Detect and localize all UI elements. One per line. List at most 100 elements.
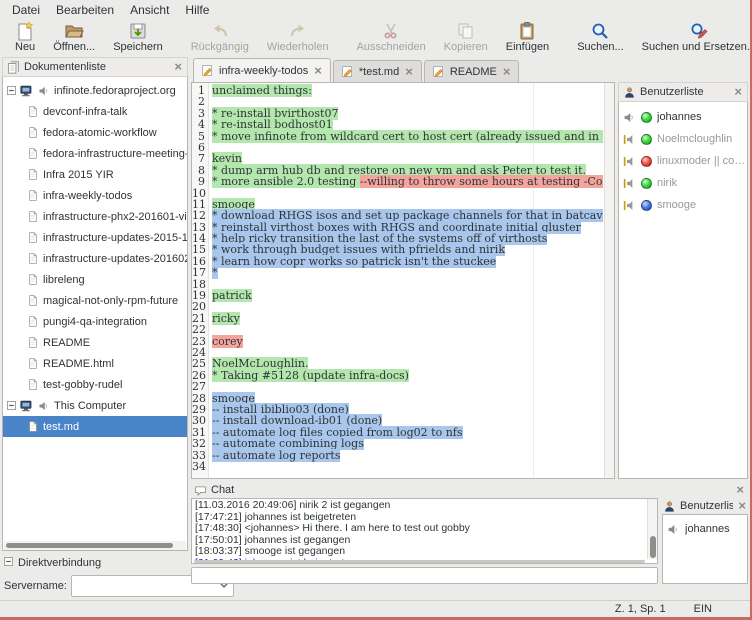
document-icon	[27, 378, 39, 391]
editor-line[interactable]: * re-install bodhost01	[212, 119, 603, 130]
toolbar-button-undo: Rückgängig	[182, 20, 258, 54]
direct-connection-label: Direktverbindung	[18, 557, 101, 569]
document-tree[interactable]: infinote.fedoraproject.orgdevconf-infra-…	[2, 77, 188, 551]
document-icon	[27, 147, 39, 160]
line-number: 9	[192, 176, 208, 187]
chat-horizontal-scrollbar[interactable]	[194, 560, 645, 563]
tree-horizontal-scrollbar[interactable]	[4, 541, 186, 550]
editor-text-area[interactable]: unclaimed things:* re-install bvirthost0…	[210, 83, 603, 478]
user-list: johannesNoelmcloughlinlinuxmoder || core…	[618, 102, 748, 479]
tree-document-row[interactable]: fedora-infrastructure-meeting-next	[3, 143, 187, 164]
editor-vertical-scrollbar[interactable]	[604, 83, 614, 478]
text-editor[interactable]: 1234567891011121314151617181920212223242…	[191, 82, 615, 479]
editor-line[interactable]: -- automate combining logs	[212, 438, 603, 449]
tree-group-row[interactable]: This Computer	[3, 395, 187, 416]
line-number: 12	[192, 210, 208, 221]
document-list-close-icon[interactable]: ×	[173, 62, 183, 72]
menu-item-bearbeiten[interactable]: Bearbeiten	[48, 1, 122, 19]
tab-label: *test.md	[359, 66, 399, 78]
tree-document-row[interactable]: infrastructure-updates-2015-11	[3, 227, 187, 248]
tree-document-row[interactable]: test-gobby-rudel	[3, 374, 187, 395]
editor-line[interactable]: *	[212, 267, 603, 278]
toolbar-button-search[interactable]: Suchen...	[568, 20, 632, 54]
editor-line[interactable]: * more ansible 2.0 testing --willing to …	[212, 176, 603, 187]
user-list-close-icon[interactable]: ×	[733, 87, 743, 97]
toolbar-button-open-folder[interactable]: Öffnen...	[44, 20, 104, 54]
editor-line[interactable]	[212, 142, 603, 153]
tree-document-row[interactable]: test.md	[3, 416, 187, 437]
user-row[interactable]: Noelmcloughlin	[619, 128, 747, 150]
tree-document-row[interactable]: pungi4-qa-integration	[3, 311, 187, 332]
tree-document-row[interactable]: infrastructure-updates-20160217	[3, 248, 187, 269]
chat-user-list-close-icon[interactable]: ×	[737, 501, 747, 511]
editor-line[interactable]: ricky	[212, 313, 603, 324]
document-list-title: Dokumentenliste	[24, 61, 169, 73]
toolbar-button-label: Öffnen...	[53, 41, 95, 53]
editor-line[interactable]	[212, 461, 603, 472]
editor-line[interactable]: * download RHGS isos and set up package …	[212, 210, 603, 221]
tab-infra-weekly-todos[interactable]: infra-weekly-todos×	[193, 58, 331, 82]
tree-document-row[interactable]: README	[3, 332, 187, 353]
menu-item-ansicht[interactable]: Ansicht	[122, 1, 177, 19]
line-number: 27	[192, 381, 208, 392]
tree-document-row[interactable]: infra-weekly-todos	[3, 185, 187, 206]
tree-document-row[interactable]: README.html	[3, 353, 187, 374]
tree-document-row[interactable]: infrastructure-phx2-201601-visit	[3, 206, 187, 227]
tab--test-md[interactable]: *test.md ×	[333, 60, 422, 82]
editor-line[interactable]: -- automate log reports	[212, 450, 603, 461]
line-number-gutter: 1234567891011121314151617181920212223242…	[192, 83, 209, 478]
editor-line[interactable]: unclaimed things:	[212, 85, 603, 96]
user-row[interactable]: johannes	[619, 106, 747, 128]
editor-text-segment: *	[212, 266, 218, 279]
direct-connection-expander[interactable]: Direktverbindung	[2, 554, 188, 572]
toolbar-button-save[interactable]: Speichern	[104, 20, 172, 54]
user-row[interactable]: nirik	[619, 172, 747, 194]
chat-log[interactable]: [11.03.2016 20:49:06] nirik 2 ist gegang…	[191, 498, 658, 564]
tree-group-row[interactable]: infinote.fedoraproject.org	[3, 80, 187, 101]
editor-line[interactable]	[212, 279, 603, 290]
editor-line[interactable]	[212, 188, 603, 199]
menu-item-hilfe[interactable]: Hilfe	[177, 1, 217, 19]
user-row[interactable]: linuxmoder || corey84	[619, 150, 747, 172]
editor-line[interactable]: patrick	[212, 290, 603, 301]
editor-line[interactable]: corey	[212, 336, 603, 347]
chat-input-box[interactable]	[191, 567, 658, 584]
chat-user-row[interactable]: johannes	[663, 518, 747, 540]
tab-readme[interactable]: README×	[424, 60, 520, 82]
editor-text-segment: -- automate log reports	[212, 449, 340, 462]
editor-line[interactable]	[212, 381, 603, 392]
toolbar-button-label: Kopieren	[444, 41, 488, 53]
tree-document-row[interactable]: libreleng	[3, 269, 187, 290]
editor-line[interactable]	[212, 301, 603, 312]
tab-close-icon[interactable]: ×	[404, 67, 414, 77]
user-color-orb	[641, 200, 652, 211]
toolbar-button-paste[interactable]: Einfügen	[497, 20, 558, 54]
tree-document-row[interactable]: magical-not-only-rpm-future	[3, 290, 187, 311]
undo-icon	[210, 21, 230, 41]
menu-item-datei[interactable]: Datei	[4, 1, 48, 19]
toolbar: NeuÖffnen...SpeichernRückgängigWiederhol…	[0, 19, 750, 55]
gobby-window: DateiBearbeitenAnsichtHilfe Neu Öffnen...…	[0, 0, 752, 620]
editor-line[interactable]: * Taking #5128 (update infra-docs)	[212, 370, 603, 381]
chat-vscroll-thumb[interactable]	[650, 536, 656, 558]
chat-input[interactable]	[192, 568, 657, 583]
tree-hscroll-thumb[interactable]	[6, 543, 173, 548]
toolbar-button-new-document[interactable]: Neu	[6, 20, 44, 54]
tree-document-row[interactable]: Infra 2015 YIR	[3, 164, 187, 185]
line-number: 32	[192, 438, 208, 449]
search-replace-icon	[689, 21, 709, 41]
tree-document-row[interactable]: fedora-atomic-workflow	[3, 122, 187, 143]
editor-line[interactable]: * learn how copr works so patrick isn't …	[212, 256, 603, 267]
editor-text-segment: * move infinote from wildcard cert to ho…	[212, 130, 603, 143]
editor-line[interactable]: * move infinote from wildcard cert to ho…	[212, 131, 603, 142]
editor-line[interactable]: -- install download-ib01 (done)	[212, 415, 603, 426]
tree-document-row[interactable]: devconf-infra-talk	[3, 101, 187, 122]
line-number: 4	[192, 119, 208, 130]
tab-close-icon[interactable]: ×	[313, 66, 323, 76]
user-row[interactable]: smooge	[619, 194, 747, 216]
chat-vertical-scrollbar[interactable]	[647, 499, 657, 559]
chat-close-icon[interactable]: ×	[735, 485, 745, 495]
editor-line[interactable]	[212, 324, 603, 335]
tab-close-icon[interactable]: ×	[502, 67, 512, 77]
toolbar-button-search-replace[interactable]: Suchen und Ersetzen...	[633, 20, 752, 54]
